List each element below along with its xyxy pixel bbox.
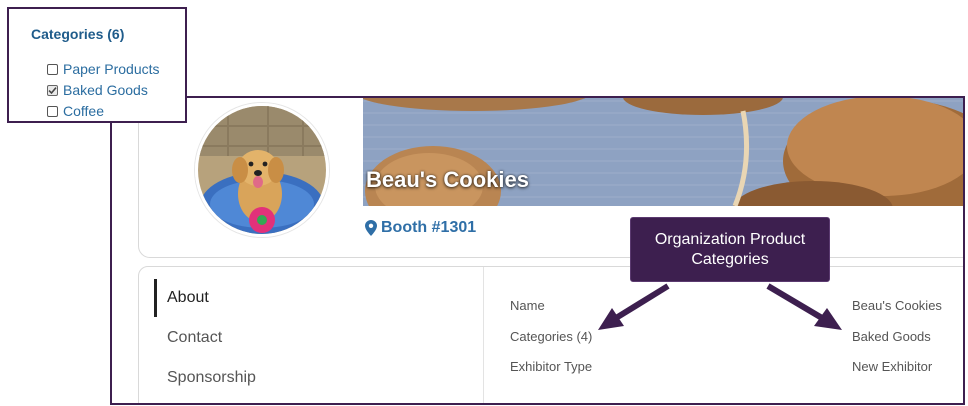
callout-line-1: Organization Product: [654, 230, 806, 248]
filter-item-label: Baked Goods: [63, 82, 148, 98]
filter-title: Categories (6): [31, 26, 125, 42]
field-label-name: Name: [510, 298, 545, 313]
exhibitor-profile-frame: Beau's Cookies Booth #1301 About Contact…: [110, 96, 965, 405]
tab-list: About Contact Sponsorship: [139, 267, 484, 403]
map-pin-icon: [365, 220, 377, 236]
active-tab-indicator: [154, 279, 157, 317]
tab-sponsorship[interactable]: Sponsorship: [167, 369, 256, 387]
filter-item-label: Paper Products: [63, 61, 160, 77]
field-label-categories: Categories (4): [510, 329, 593, 344]
field-value-categories: Baked Goods: [852, 329, 931, 344]
booth-link[interactable]: Booth #1301: [365, 219, 476, 237]
details-card: About Contact Sponsorship Name Beau's Co…: [138, 266, 963, 403]
field-value-name: Beau's Cookies: [852, 298, 942, 313]
cover-banner: Beau's Cookies: [363, 98, 963, 206]
tab-contact[interactable]: Contact: [167, 329, 222, 347]
filter-item-baked-goods[interactable]: Baked Goods: [47, 81, 148, 99]
dog-avatar-image: [198, 106, 326, 234]
checkbox[interactable]: [47, 63, 58, 75]
checkbox-checked[interactable]: [47, 84, 58, 96]
field-value-exhibitor-type: New Exhibitor: [852, 359, 933, 374]
categories-filter-panel: Categories (6) Paper Products Baked Good…: [7, 7, 187, 123]
tab-about[interactable]: About: [167, 289, 209, 307]
checkbox[interactable]: [47, 105, 58, 117]
field-label-exhibitor-type: Exhibitor Type: [510, 359, 593, 374]
annotation-callout: Organization Product Categories: [630, 217, 830, 282]
callout-line-2: Categories: [691, 250, 769, 268]
filter-item-paper-products[interactable]: Paper Products: [47, 60, 160, 78]
avatar: [195, 103, 329, 237]
booth-label: Booth #1301: [381, 219, 477, 236]
checkmark-icon: [48, 86, 57, 94]
organization-name: Beau's Cookies: [366, 167, 529, 192]
filter-item-label: Coffee: [63, 103, 104, 119]
profile-card: Beau's Cookies Booth #1301: [138, 98, 963, 258]
filter-item-coffee[interactable]: Coffee: [47, 102, 104, 120]
